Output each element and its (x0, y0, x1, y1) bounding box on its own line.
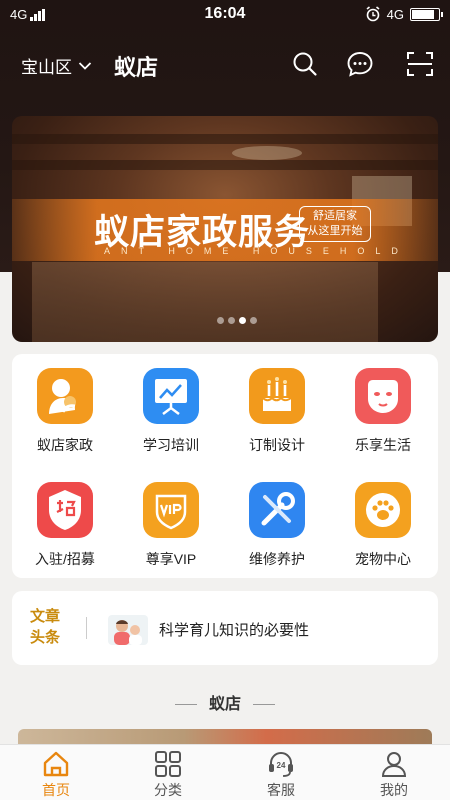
headline-label-line2: 头条 (30, 629, 61, 646)
category-item-custom-design[interactable]: 订制设计 (224, 368, 330, 455)
category-label: 尊享VIP (145, 551, 197, 567)
scan-icon[interactable] (406, 50, 434, 78)
carousel-indicator[interactable] (217, 317, 257, 324)
svg-text:24: 24 (277, 761, 286, 770)
banner-rug (32, 262, 378, 342)
tab-label: 客服 (267, 782, 295, 798)
status-bar: 4G 16:04 4G (0, 0, 450, 30)
article-headline-bar[interactable]: 文章 头条 科学育儿知识的必要性 (12, 591, 438, 665)
tab-category[interactable]: 分类 (112, 749, 224, 800)
carousel-dot[interactable] (228, 317, 235, 324)
cake-icon (249, 368, 305, 424)
category-item-pet[interactable]: 宠物中心 (330, 482, 436, 569)
face-mask-icon (355, 368, 411, 424)
banner-tag-line1: 舒适居家 (313, 210, 357, 222)
category-label: 学习培训 (143, 437, 199, 453)
section-title-text: 蚁店 (208, 696, 241, 713)
tab-label: 我的 (380, 782, 408, 798)
bottom-tab-bar: 首页 分类 24 客服 我的 (0, 744, 450, 800)
location-selector[interactable]: 宝山区 (21, 53, 92, 78)
battery-icon (410, 7, 443, 21)
home-icon (43, 751, 69, 777)
category-item-maintenance[interactable]: 维修养护 (224, 482, 330, 569)
category-label: 蚁店家政 (37, 437, 93, 453)
presentation-board-icon (143, 368, 199, 424)
chevron-down-icon (78, 61, 92, 70)
headline-title[interactable]: 科学育儿知识的必要性 (159, 619, 309, 640)
divider (86, 617, 87, 639)
carousel-dot[interactable] (239, 317, 246, 324)
banner-ceiling-beam (12, 134, 438, 144)
banner-tag: 舒适居家 从这里开始 (299, 206, 371, 242)
search-icon[interactable] (291, 50, 319, 78)
category-label: 宠物中心 (355, 551, 411, 567)
paw-icon (355, 482, 411, 538)
tab-home[interactable]: 首页 (0, 749, 112, 800)
headline-label-line1: 文章 (30, 608, 61, 625)
carousel-dot[interactable] (250, 317, 257, 324)
tab-label: 分类 (154, 782, 182, 798)
banner-tag-line2: 从这里开始 (307, 225, 363, 237)
alarm-icon (366, 6, 380, 22)
section-title: 蚁店 (0, 690, 450, 714)
category-item-housekeeping[interactable]: 蚁店家政 (12, 368, 118, 455)
tab-label: 首页 (42, 782, 70, 798)
status-right: 4G (365, 6, 443, 22)
banner-ceiling-beam (12, 160, 438, 170)
category-label: 乐享生活 (355, 437, 411, 453)
divider (174, 704, 197, 706)
headset-24-icon: 24 (269, 752, 293, 777)
tools-icon (249, 482, 305, 538)
article-thumbnail (108, 615, 148, 645)
message-icon[interactable] (346, 50, 374, 78)
tab-customer-service[interactable]: 24 客服 (225, 749, 337, 800)
divider (253, 704, 275, 706)
category-item-recruit[interactable]: 入驻/招募 (12, 482, 118, 569)
category-label: 入驻/招募 (35, 551, 95, 567)
mother-child-icon (37, 368, 93, 424)
tab-profile[interactable]: 我的 (338, 749, 450, 800)
category-grid-icon (155, 751, 181, 777)
recruit-badge-icon (37, 482, 93, 538)
headline-label: 文章 头条 (30, 606, 70, 648)
banner-subtitle: ANT HOME HOUSEHOLD (104, 246, 409, 256)
category-grid: 蚁店家政 学习培训 订制设计 乐享生活 入驻/招募 尊享VIP 维修养护 宠物中… (12, 354, 438, 578)
location-label: 宝山区 (21, 58, 72, 77)
profile-icon (381, 752, 407, 777)
category-item-vip[interactable]: 尊享VIP (118, 482, 224, 569)
category-item-training[interactable]: 学习培训 (118, 368, 224, 455)
network-type-right: 4G (386, 6, 404, 22)
category-label: 订制设计 (249, 437, 305, 453)
category-label: 维修养护 (249, 551, 305, 567)
app-title: 蚁店 (114, 55, 159, 80)
category-item-lifestyle[interactable]: 乐享生活 (330, 368, 436, 455)
carousel-dot[interactable] (217, 317, 224, 324)
banner-chandelier (232, 146, 302, 160)
vip-shield-icon (143, 482, 199, 538)
promo-banner[interactable]: 蚁店家政服务 ANT HOME HOUSEHOLD 舒适居家 从这里开始 (12, 116, 438, 342)
top-header: 宝山区 蚁店 (0, 40, 450, 88)
